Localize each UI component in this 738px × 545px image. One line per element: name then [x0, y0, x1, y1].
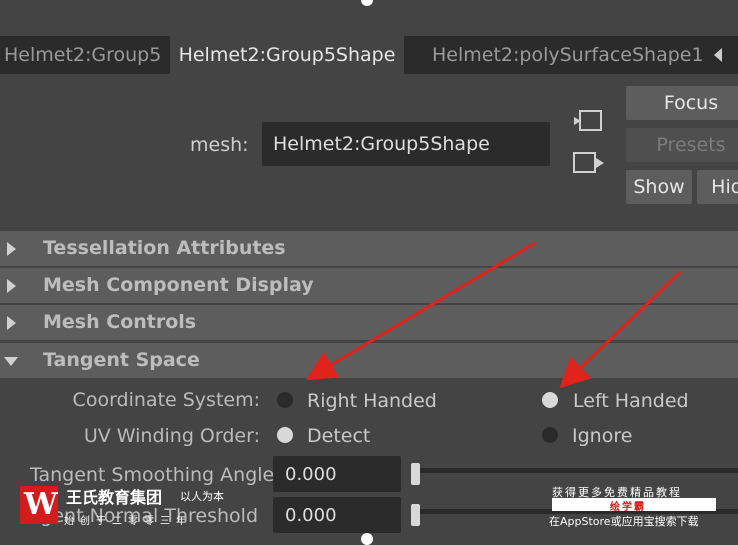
radio-detect-label[interactable]: Detect — [307, 425, 370, 447]
radio-left-handed-label[interactable]: Left Handed — [573, 390, 689, 412]
watermark-right-line3: 在AppStore或应用宝搜索下载 — [549, 515, 699, 528]
tangent-smoothing-angle-field[interactable]: 0.000 — [273, 456, 401, 492]
drag-handle-bottom[interactable] — [361, 533, 373, 545]
tangent-smoothing-angle-label: Tangent Smoothing Angle — [30, 464, 275, 486]
section-title: Tangent Space — [43, 349, 200, 371]
coordinate-system-label: Coordinate System: — [72, 389, 260, 411]
focus-button[interactable]: Focus — [626, 86, 738, 120]
section-title: Tessellation Attributes — [43, 237, 286, 259]
expand-arrow-icon — [7, 279, 16, 293]
radio-ignore[interactable] — [542, 427, 558, 443]
tab-group5[interactable]: Helmet2:Group5 — [0, 36, 168, 74]
watermark-sub: 始创于二零零三年 — [64, 516, 192, 527]
mesh-name-value: Helmet2:Group5Shape — [273, 133, 490, 155]
mesh-name-field[interactable]: Helmet2:Group5Shape — [262, 122, 550, 166]
expand-arrow-icon — [7, 242, 16, 256]
tangent-smoothing-angle-value: 0.000 — [285, 464, 337, 485]
radio-right-handed[interactable] — [277, 392, 293, 408]
section-tangent-space[interactable]: Tangent Space — [0, 343, 738, 378]
watermark-slogan: 以人为本 — [180, 490, 224, 503]
tab-scroll-left-icon[interactable] — [705, 36, 738, 74]
watermark-name: 王氏教育集团 — [66, 488, 163, 507]
tab-polysurfaceshape1[interactable]: Helmet2:polySurfaceShape1 — [432, 36, 704, 74]
radio-left-handed[interactable] — [542, 392, 558, 408]
section-title: Mesh Component Display — [43, 274, 314, 296]
presets-button[interactable]: Presets — [626, 128, 738, 162]
tangent-normal-threshold-field[interactable]: 0.000 — [273, 497, 401, 533]
copy-tab-icon[interactable] — [572, 150, 606, 176]
expand-arrow-icon — [7, 316, 16, 330]
drag-handle-top[interactable] — [361, 0, 373, 6]
tab-group5shape[interactable]: Helmet2:Group5Shape — [170, 36, 404, 74]
watermark-right-line2: 绘学霸 — [610, 502, 646, 513]
tab-bar: Helmet2:Group5 Helmet2:Group5Shape Helme… — [0, 36, 738, 74]
section-mesh-controls[interactable]: Mesh Controls — [0, 305, 738, 340]
tangent-smoothing-angle-slider-handle[interactable] — [411, 463, 420, 485]
section-tessellation-attributes[interactable]: Tessellation Attributes — [0, 231, 738, 266]
tangent-smoothing-angle-slider-track[interactable] — [420, 468, 738, 473]
tangent-normal-threshold-value: 0.000 — [285, 505, 337, 526]
section-title: Mesh Controls — [43, 311, 197, 333]
section-mesh-component-display[interactable]: Mesh Component Display — [0, 268, 738, 303]
radio-ignore-label[interactable]: Ignore — [572, 425, 632, 447]
show-button[interactable]: Show — [626, 170, 692, 204]
watermark-right-banner: 绘学霸 — [552, 498, 716, 513]
collapse-arrow-icon — [4, 357, 18, 366]
hide-button[interactable]: Hid — [697, 170, 738, 204]
tangent-normal-threshold-slider-handle[interactable] — [411, 504, 420, 526]
radio-detect[interactable] — [277, 427, 293, 443]
load-attributes-icon[interactable] — [572, 108, 604, 134]
mesh-label: mesh: — [190, 134, 249, 156]
uv-winding-order-label: UV Winding Order: — [83, 425, 260, 447]
radio-right-handed-label[interactable]: Right Handed — [307, 390, 437, 412]
watermark-logo-icon: W — [20, 486, 58, 524]
